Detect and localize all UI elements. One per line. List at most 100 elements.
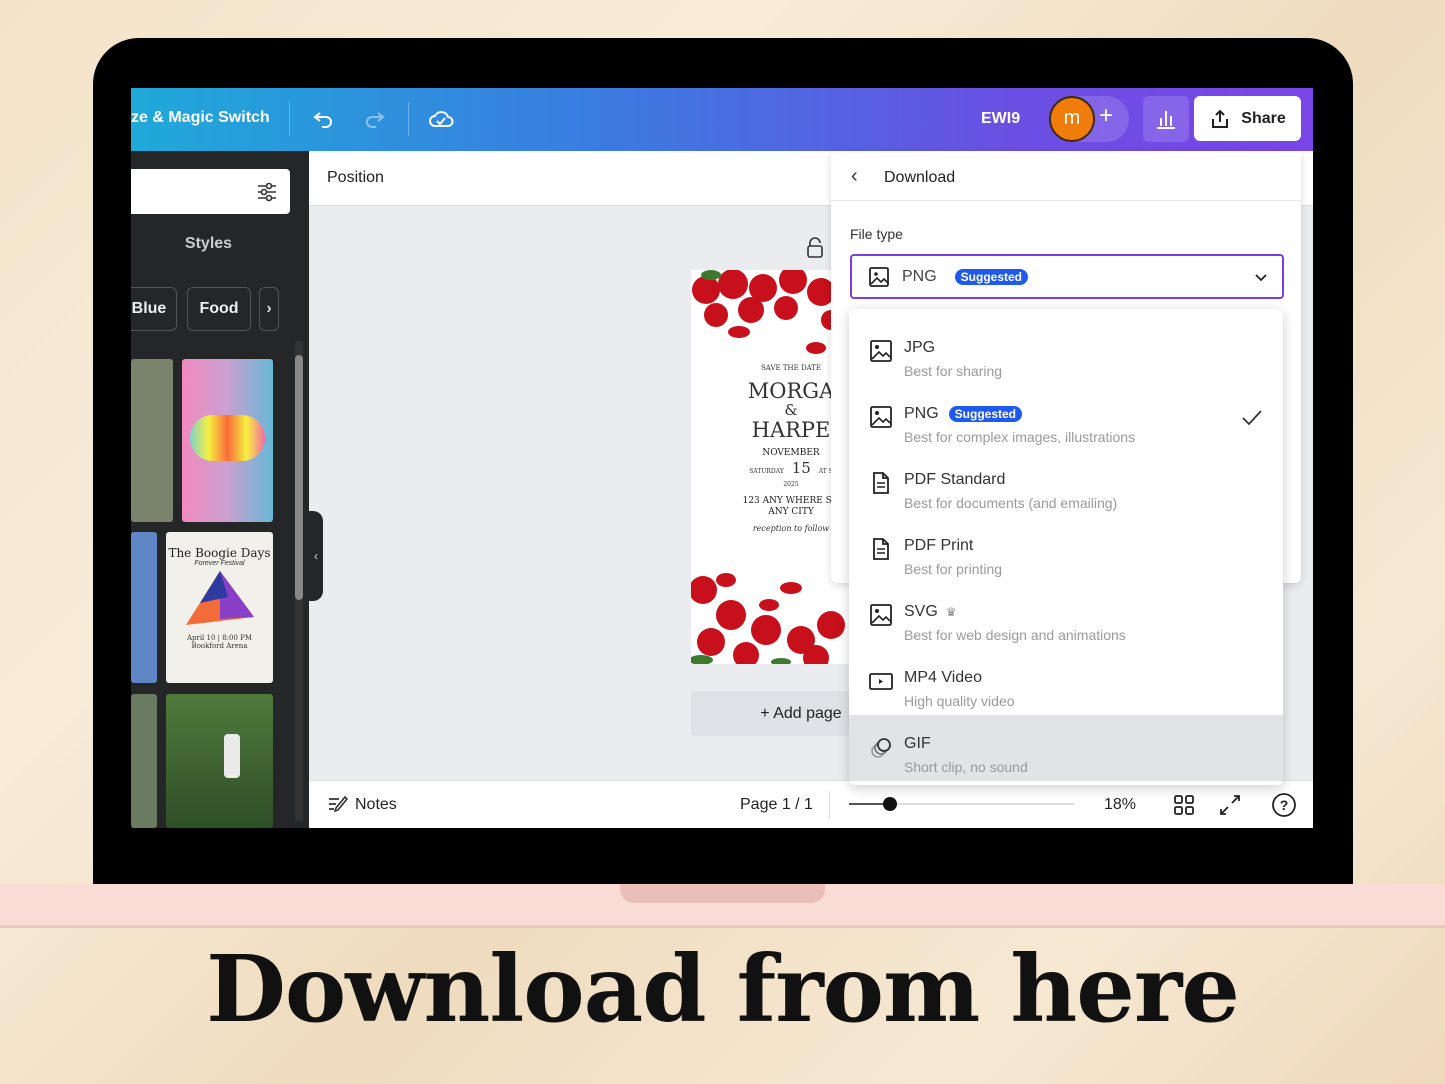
design-month: NOVEMBER bbox=[762, 448, 820, 458]
templates-sidebar: Styles Blue Food › The Boogie Days Forev… bbox=[131, 151, 323, 828]
download-title: Download bbox=[884, 169, 956, 186]
file-type-option-pdf-standard[interactable]: PDF Standard Best for documents (and emai… bbox=[849, 451, 1283, 517]
suggested-badge: Suggested bbox=[954, 268, 1029, 285]
back-button[interactable]: ‹ bbox=[851, 165, 858, 188]
design-address2: ANY CITY bbox=[768, 507, 814, 517]
zoom-level[interactable]: 18% bbox=[1104, 796, 1136, 814]
image-icon bbox=[870, 406, 892, 428]
file-type-option-svg[interactable]: SVG ♛ Best for web design and animations bbox=[849, 583, 1283, 649]
help-icon[interactable]: ? bbox=[1271, 792, 1297, 818]
option-label: PDF Print bbox=[904, 537, 974, 554]
file-type-option-png[interactable]: PNG Suggested Best for complex images, ill… bbox=[849, 385, 1283, 451]
template-thumbnail[interactable] bbox=[131, 694, 157, 828]
screen: ze & Magic Switch EWI9 m + Share Styles … bbox=[131, 88, 1313, 828]
file-type-select[interactable]: PNG Suggested bbox=[850, 254, 1284, 299]
template-thumbnail[interactable]: The Boogie Days Forever Festival April 1… bbox=[166, 532, 273, 683]
template-thumbnail[interactable] bbox=[182, 359, 273, 522]
option-description: Best for sharing bbox=[904, 363, 1003, 379]
svg-text:?: ? bbox=[1280, 797, 1289, 813]
redo-icon[interactable] bbox=[363, 107, 387, 131]
cloud-saved-icon[interactable] bbox=[427, 105, 455, 133]
design-day: 15 bbox=[791, 459, 811, 477]
bottom-bar: Notes Page 1 / 1 18% ? bbox=[309, 780, 1313, 828]
filter-icon[interactable] bbox=[255, 180, 279, 204]
option-description: Best for web design and animations bbox=[904, 627, 1126, 643]
design-year: 2025 bbox=[783, 481, 799, 488]
option-description: Short clip, no sound bbox=[904, 759, 1028, 775]
notes-button[interactable]: Notes bbox=[355, 796, 397, 814]
laptop-notch bbox=[620, 884, 825, 903]
add-page-button[interactable]: + Add page bbox=[691, 691, 851, 736]
template-title: The Boogie Days bbox=[168, 546, 271, 560]
option-label: JPG bbox=[904, 339, 936, 356]
pyramid-graphic bbox=[185, 571, 254, 625]
analytics-button[interactable] bbox=[1143, 96, 1189, 142]
chevron-down-icon bbox=[1255, 273, 1267, 281]
design-page[interactable]: SAVE THE DATE MORGA & HARPE NOVEMBER SAT… bbox=[691, 270, 851, 664]
video-icon bbox=[869, 673, 893, 690]
file-type-option-pdf-print[interactable]: PDF Print Best for printing bbox=[849, 517, 1283, 583]
option-label: SVG bbox=[904, 603, 938, 620]
design-address1: 123 ANY WHERE ST. bbox=[742, 496, 840, 506]
page-indicator[interactable]: Page 1 / 1 bbox=[740, 796, 813, 814]
design-script: reception to follow bbox=[752, 524, 830, 533]
template-subtitle: Forever Festival bbox=[194, 560, 245, 567]
file-type-list: JPG Best for sharing PNG Suggested Best for … bbox=[849, 309, 1283, 785]
option-description: Best for printing bbox=[904, 561, 1003, 577]
template-thumbnail[interactable] bbox=[166, 694, 273, 828]
bar-chart-icon bbox=[1157, 111, 1175, 129]
sidebar-scrollbar[interactable] bbox=[295, 341, 303, 821]
caption: Download from here bbox=[206, 935, 1240, 1043]
resize-magic-switch-button[interactable]: ze & Magic Switch bbox=[131, 109, 270, 127]
search-input[interactable] bbox=[131, 169, 290, 214]
file-type-option-gif[interactable]: GIF Short clip, no sound bbox=[849, 715, 1283, 781]
file-type-option-jpg[interactable]: JPG Best for sharing bbox=[849, 319, 1283, 385]
position-button[interactable]: Position bbox=[327, 169, 384, 187]
document-icon bbox=[873, 472, 889, 494]
avatar[interactable]: m bbox=[1049, 96, 1095, 142]
fullscreen-icon[interactable] bbox=[1219, 794, 1241, 816]
zoom-slider-thumb[interactable] bbox=[882, 797, 897, 811]
chip-blue[interactable]: Blue bbox=[131, 287, 177, 331]
zoom-slider[interactable] bbox=[849, 797, 1074, 811]
design-name1: MORGA bbox=[747, 379, 835, 403]
share-button[interactable]: Share bbox=[1194, 96, 1301, 141]
file-type-option-mp4-video[interactable]: MP4 Video High quality video bbox=[849, 649, 1283, 715]
chips-next-button[interactable]: › bbox=[259, 287, 279, 331]
add-collaborator-icon[interactable]: + bbox=[1099, 102, 1113, 130]
option-label: PDF Standard bbox=[904, 471, 1006, 488]
check-icon bbox=[1242, 410, 1262, 426]
collapse-sidebar-button[interactable]: ‹ bbox=[309, 511, 323, 601]
share-label: Share bbox=[1241, 109, 1286, 127]
option-description: Best for complex images, illustrations bbox=[904, 429, 1136, 445]
template-venue: Bookford Arena bbox=[191, 642, 248, 650]
document-icon bbox=[873, 538, 889, 560]
notes-icon[interactable] bbox=[327, 795, 349, 815]
undo-icon[interactable] bbox=[311, 107, 335, 131]
share-icon bbox=[1212, 109, 1229, 128]
top-bar: ze & Magic Switch EWI9 m + Share bbox=[131, 88, 1313, 151]
option-label: GIF bbox=[904, 735, 931, 752]
option-description: Best for documents (and emailing) bbox=[904, 495, 1118, 511]
design-amp: & bbox=[784, 401, 798, 419]
gif-icon bbox=[871, 738, 891, 758]
file-type-label: File type bbox=[850, 226, 903, 242]
crown-icon: ♛ bbox=[945, 605, 957, 619]
template-date: April 10 | 8:00 PM bbox=[186, 634, 253, 642]
image-icon bbox=[869, 266, 889, 287]
template-thumbnail[interactable] bbox=[131, 532, 157, 683]
design-name2: HARPE bbox=[751, 418, 831, 442]
image-icon bbox=[870, 604, 892, 626]
option-label: MP4 Video bbox=[904, 669, 982, 686]
grid-view-icon[interactable] bbox=[1173, 794, 1195, 816]
option-description: High quality video bbox=[904, 693, 1015, 709]
design-day-label: SATURDAY bbox=[749, 468, 784, 475]
lock-icon[interactable] bbox=[805, 236, 825, 260]
suggested-badge: Suggested bbox=[948, 406, 1023, 422]
selected-file-type: PNG bbox=[902, 267, 937, 285]
styles-heading: Styles bbox=[184, 235, 233, 252]
design-name[interactable]: EWI9 bbox=[981, 110, 1020, 128]
design-save-the-date: SAVE THE DATE bbox=[760, 364, 822, 372]
template-thumbnail[interactable] bbox=[131, 359, 173, 522]
chip-food[interactable]: Food bbox=[187, 287, 251, 331]
